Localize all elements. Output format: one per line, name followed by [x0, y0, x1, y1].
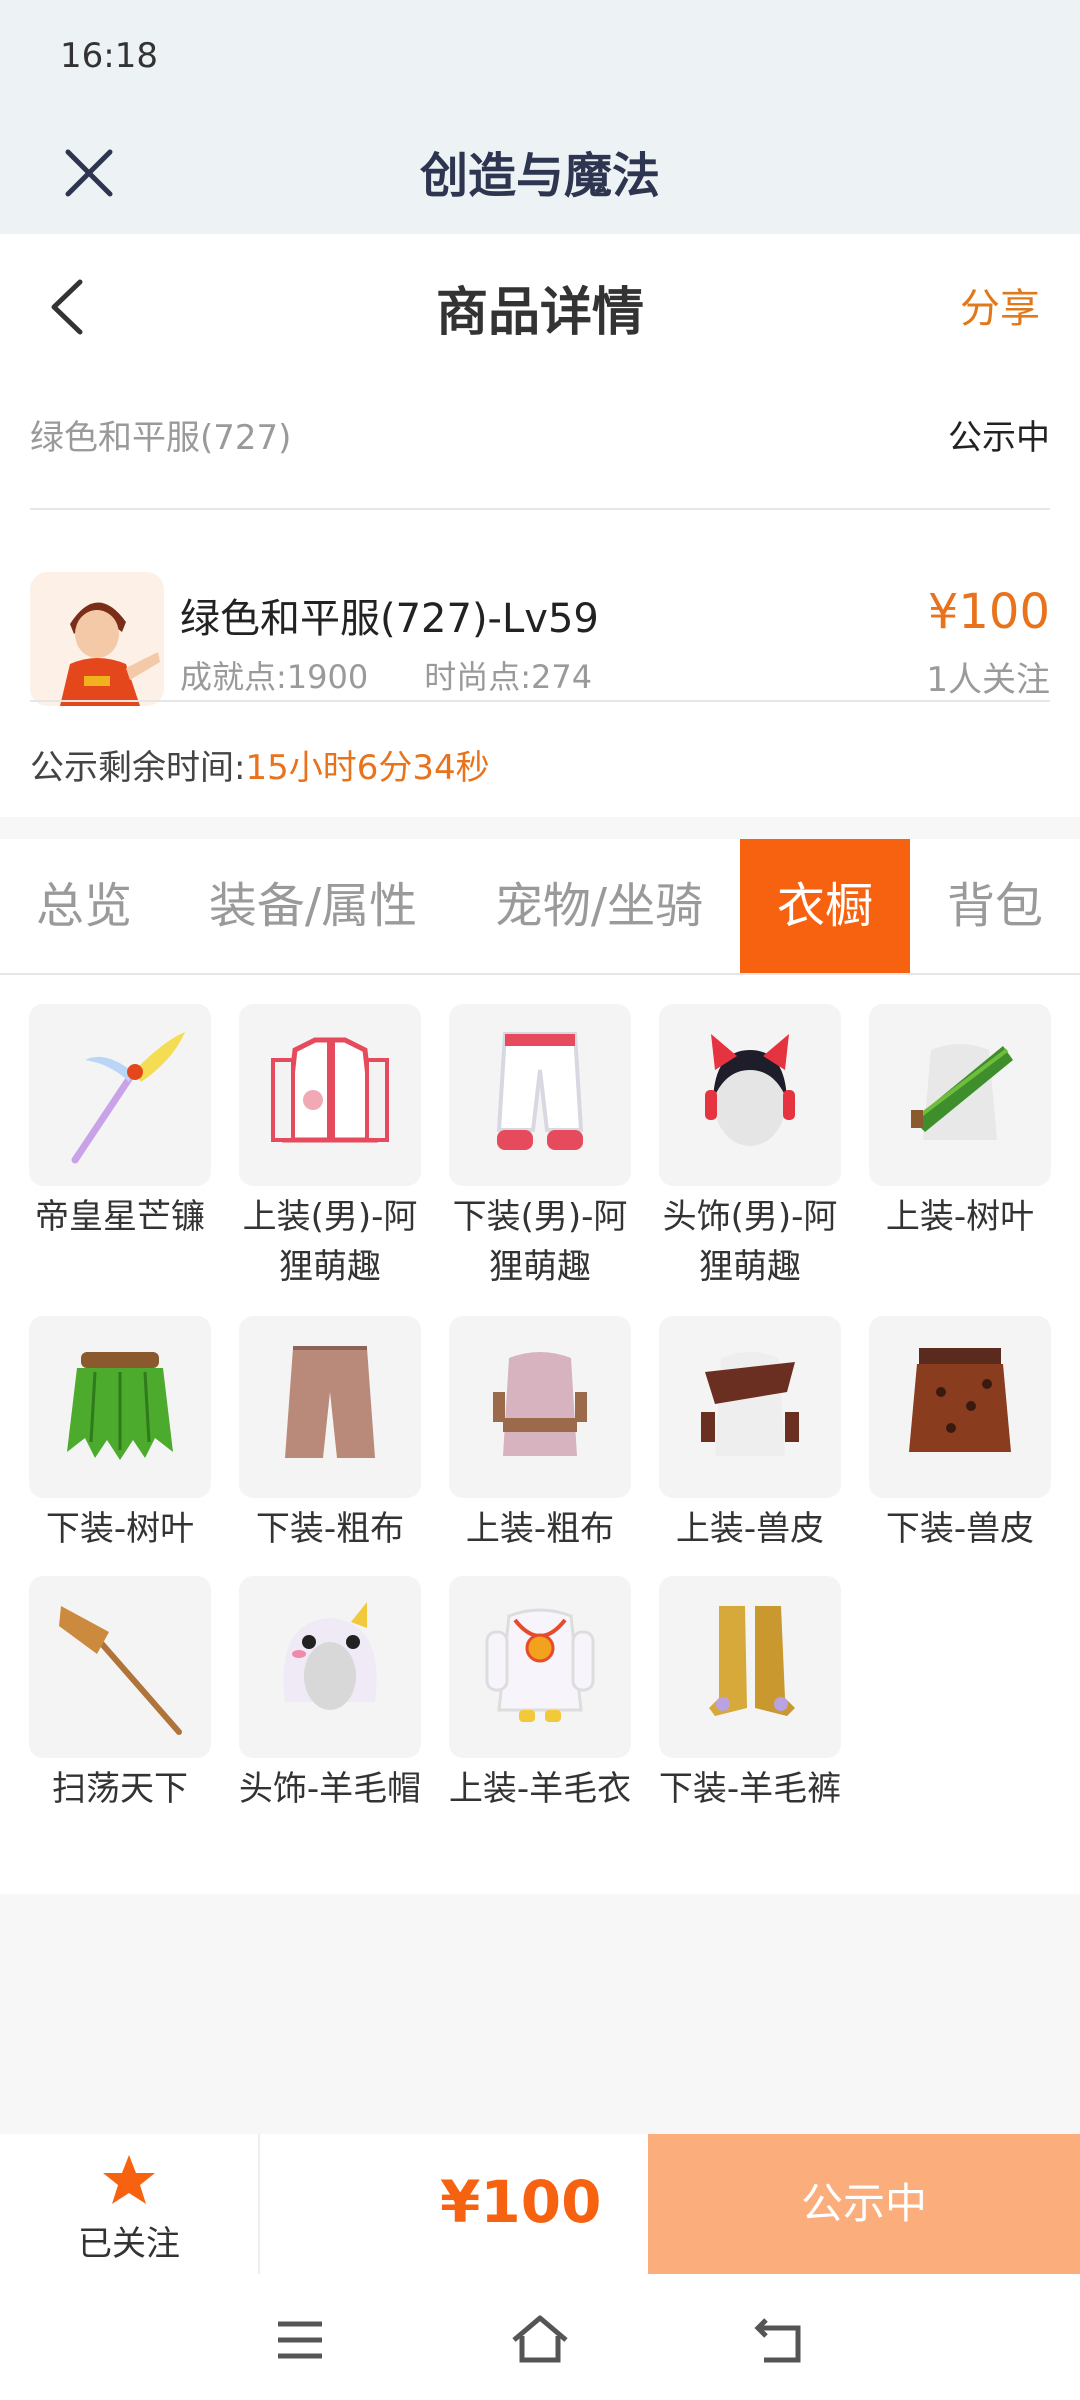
bottom-price: ¥100: [440, 2168, 602, 2236]
wardrobe-item-label: 头饰(男)-阿狸萌趣: [662, 1197, 838, 1287]
home-icon[interactable]: [510, 2310, 570, 2370]
divider: [30, 508, 1050, 510]
wardrobe-item-label: 下装-粗布: [255, 1509, 405, 1549]
divider: [258, 2134, 260, 2274]
system-nav-bar: [0, 2274, 1080, 2400]
product-name: 绿色和平服(727)-Lv59: [180, 596, 599, 642]
wardrobe-item[interactable]: 上装-兽皮: [650, 1316, 850, 1554]
wardrobe-item-label: 上装-粗布: [465, 1509, 615, 1549]
bottom-action-bar: 已关注 ¥100 公示中: [0, 2134, 1080, 2274]
hide-skirt-icon: [909, 1348, 1011, 1452]
menu-icon[interactable]: [270, 2310, 330, 2370]
section-gap: [0, 817, 1080, 839]
wardrobe-item-label: 帝皇星芒镰: [35, 1197, 205, 1237]
remaining-time-value: 15小时6分34秒: [245, 748, 490, 788]
wardrobe-item[interactable]: 头饰(男)-阿狸萌趣: [650, 1004, 850, 1292]
tab-bag[interactable]: 背包: [910, 839, 1080, 973]
share-button[interactable]: 分享: [960, 276, 1040, 334]
pants-icon: [496, 1032, 584, 1150]
wardrobe-item-label: 下装-羊毛裤: [658, 1769, 842, 1809]
wardrobe-item[interactable]: 帝皇星芒镰: [20, 1004, 220, 1242]
wardrobe-item[interactable]: 上装-树叶: [860, 1004, 1060, 1242]
wardrobe-item-label: 上装-兽皮: [675, 1509, 825, 1549]
tab-wardrobe[interactable]: 衣橱: [740, 839, 910, 973]
wardrobe-item[interactable]: 上装(男)-阿狸萌趣: [230, 1004, 430, 1292]
wardrobe-item-label: 下装(男)-阿狸萌趣: [452, 1197, 628, 1287]
product-stats: 成就点:1900 时尚点:274: [180, 652, 592, 698]
app-title: 创造与魔法: [419, 148, 660, 204]
wardrobe-item[interactable]: 下装-粗布: [230, 1316, 430, 1554]
wardrobe-item-label: 扫荡天下: [52, 1769, 188, 1809]
wardrobe-item-label: 上装(男)-阿狸萌趣: [242, 1197, 418, 1287]
wardrobe-item[interactable]: 下装-羊毛裤: [650, 1576, 850, 1814]
cloth-shorts-icon: [285, 1346, 375, 1458]
tab-bar: 总览 装备/属性 宠物/坐骑 衣橱 背包: [0, 839, 1080, 975]
listing-status: 公示中: [948, 418, 1050, 458]
wardrobe-item[interactable]: 头饰-羊毛帽: [230, 1576, 430, 1814]
status-time: 16:18: [60, 36, 158, 76]
star-icon: [103, 2155, 155, 2204]
wardrobe-item-label: 下装-树叶: [45, 1509, 195, 1549]
wool-boots-icon: [709, 1606, 795, 1716]
follow-label: 已关注: [78, 2224, 180, 2264]
character-avatar: [30, 572, 164, 706]
wardrobe-item[interactable]: 下装(男)-阿狸萌趣: [440, 1004, 640, 1292]
publicity-status-button[interactable]: 公示中: [648, 2134, 1080, 2274]
wardrobe-item-label: 下装-兽皮: [885, 1509, 1035, 1549]
wardrobe-item-label: 上装-羊毛衣: [448, 1769, 632, 1809]
achievement-points: 成就点:1900: [180, 658, 369, 696]
scythe-icon: [71, 1032, 185, 1164]
wardrobe-item[interactable]: 上装-羊毛衣: [440, 1576, 640, 1814]
listing-meta: 绿色和平服(727) 公示中: [30, 410, 1050, 470]
follow-button[interactable]: 已关注: [0, 2134, 258, 2274]
tab-overview[interactable]: 总览: [0, 839, 168, 973]
nav-bar: 商品详情 分享: [0, 234, 1080, 374]
remaining-time: 公示剩余时间:15小时6分34秒: [30, 740, 490, 789]
wool-hat-icon: [283, 1602, 377, 1710]
broom-icon: [59, 1606, 182, 1735]
wardrobe-item-label: 头饰-羊毛帽: [238, 1769, 422, 1809]
hide-top-icon: [701, 1352, 799, 1456]
wardrobe-item[interactable]: 下装-兽皮: [860, 1316, 1060, 1554]
status-bar: 16:18: [0, 0, 1080, 110]
follower-count: 1人关注: [926, 660, 1050, 700]
tab-equipment[interactable]: 装备/属性: [168, 839, 458, 973]
leaf-skirt-icon: [67, 1352, 173, 1460]
app-bar: 创造与魔法: [0, 110, 1080, 234]
tab-pets[interactable]: 宠物/坐骑: [458, 839, 740, 973]
fashion-points: 时尚点:274: [424, 658, 593, 696]
remaining-time-label: 公示剩余时间:: [30, 748, 246, 788]
back-nav-icon[interactable]: [750, 2310, 810, 2370]
headwear-icon: [705, 1034, 795, 1146]
wardrobe-item[interactable]: 上装-粗布: [440, 1316, 640, 1554]
page-title: 商品详情: [435, 283, 644, 343]
wardrobe-item[interactable]: 下装-树叶: [20, 1316, 220, 1554]
listing-name: 绿色和平服(727): [30, 418, 292, 458]
cloth-top-icon: [493, 1352, 587, 1456]
jacket-icon: [271, 1037, 389, 1143]
divider: [30, 700, 1050, 702]
product-detail-page: 商品详情 分享 绿色和平服(727) 公示中 绿色和平服(727)-Lv59 成…: [0, 234, 1080, 1894]
leaf-top-icon: [911, 1044, 1013, 1140]
wardrobe-item-label: 上装-树叶: [885, 1197, 1035, 1237]
product-price: ¥100: [927, 584, 1050, 640]
wool-top-icon: [485, 1608, 595, 1722]
wardrobe-item[interactable]: 扫荡天下: [20, 1576, 220, 1814]
